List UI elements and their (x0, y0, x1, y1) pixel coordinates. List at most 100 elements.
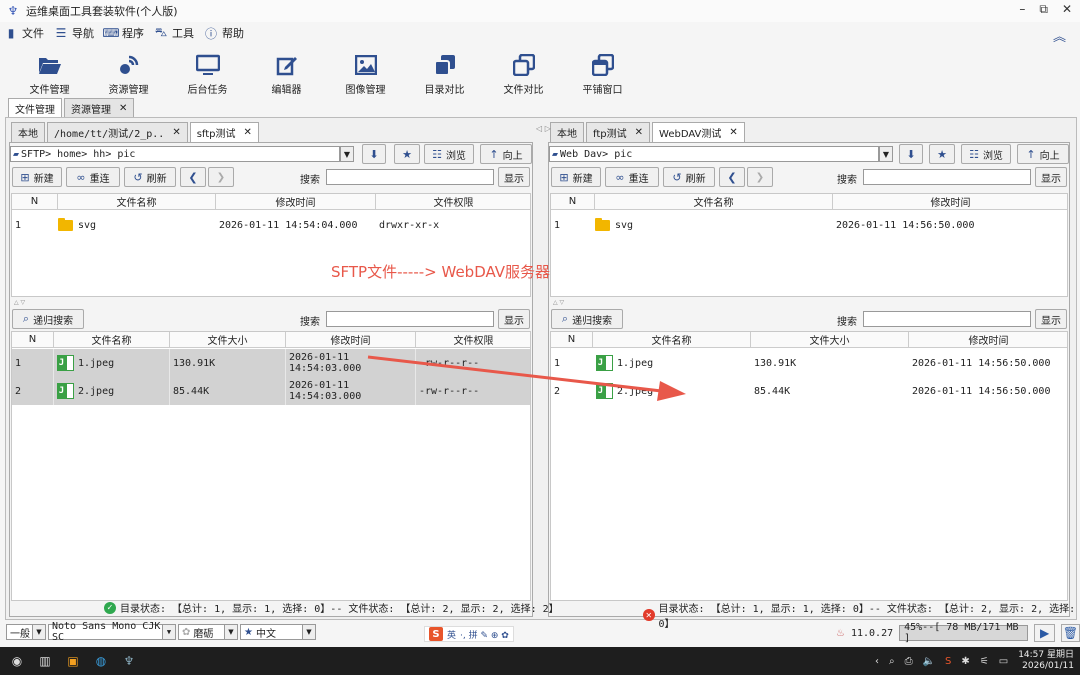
file-show-button[interactable]: 显示 (498, 309, 530, 329)
new-button[interactable]: ⊞ 新建 (12, 167, 62, 187)
search-icon[interactable]: ⌕ (889, 656, 895, 667)
col-header[interactable]: N (12, 332, 54, 348)
trash-button[interactable]: 🗑 (1061, 624, 1080, 642)
reconnect-button[interactable]: ∞ 重连 (605, 167, 659, 187)
table-row[interactable]: 2 J 2.jpeg 85.44K 2026-01-11 14:54:03.000… (12, 377, 530, 405)
col-header[interactable]: 文件权限 (376, 194, 530, 210)
col-header[interactable]: 文件权限 (416, 332, 530, 348)
recursive-search-button[interactable]: ⌕ 递归搜索 (551, 309, 623, 329)
table-row[interactable]: 2 J 2.jpeg 85.44K 2026-01-11 14:56:50.000 (551, 377, 1067, 405)
splitter-handle[interactable]: △ ▽ (553, 299, 564, 306)
refresh-button[interactable]: ↺ 刷新 (124, 167, 176, 187)
close-tab-icon[interactable]: ✕ (729, 127, 737, 138)
close-tab-icon[interactable]: ✕ (119, 103, 127, 114)
new-button[interactable]: ⊞ 新建 (551, 167, 601, 187)
col-header[interactable]: 修改时间 (216, 194, 376, 210)
up-button[interactable]: ↑ 向上 (480, 144, 532, 164)
toolbar-directory-compare-button[interactable]: 目录对比 (405, 46, 484, 98)
bluetooth-icon[interactable]: ✱ (961, 656, 969, 667)
chevron-left-icon[interactable]: ‹ (875, 656, 879, 667)
network-icon[interactable]: ⚟ (980, 656, 989, 667)
toolbar-file-compare-button[interactable]: 文件对比 (484, 46, 563, 98)
col-header[interactable]: 修改时间 (909, 332, 1067, 348)
dir-show-button[interactable]: 显示 (1035, 167, 1067, 187)
restore-button[interactable]: ⧉ (1039, 2, 1048, 17)
font-select[interactable]: Noto Sans Mono CJK SC ▼ (48, 621, 176, 643)
table-row[interactable]: 1 svg 2026-01-11 14:54:04.000 drwxr-xr-x (12, 211, 530, 239)
left-tab-sftp[interactable]: sftp测试 ✕ (189, 122, 259, 142)
splitter-handle[interactable]: △ ▽ (14, 299, 25, 306)
right-tab-ftp[interactable]: ftp测试 ✕ (586, 122, 651, 142)
col-header[interactable]: N (12, 194, 58, 210)
minimize-button[interactable]: – (1019, 2, 1025, 17)
left-tab-local[interactable]: 本地 (11, 122, 45, 142)
volume-icon[interactable]: 🔈 (923, 656, 935, 667)
tab-resource-manager[interactable]: 资源管理 ✕ (64, 98, 135, 118)
mode-select[interactable]: 一般 ▼ (6, 624, 46, 640)
menu-navigation[interactable]: ☰ 导航 (54, 25, 94, 41)
close-button[interactable]: ✕ (1062, 2, 1072, 17)
toolbar-editor-button[interactable]: 编辑器 (247, 46, 326, 98)
forward-button[interactable]: ❯ (208, 167, 234, 187)
bookmark-button[interactable]: ★ (394, 144, 420, 164)
col-header[interactable]: 文件名称 (593, 332, 751, 348)
col-header[interactable]: N (551, 194, 595, 210)
browse-button[interactable]: ☷ 浏览 (424, 144, 474, 164)
reconnect-button[interactable]: ∞ 重连 (66, 167, 120, 187)
file-search-input[interactable] (326, 311, 494, 327)
col-header[interactable]: 修改时间 (286, 332, 416, 348)
table-row[interactable]: 1 svg 2026-01-11 14:56:50.000 (551, 211, 1067, 239)
toolbar-image-manager-button[interactable]: 图像管理 (326, 46, 405, 98)
launcher-icon[interactable]: ◉ (6, 650, 28, 672)
app-logo-icon[interactable]: ♆ (118, 650, 140, 672)
menu-tools[interactable]: ⛍ 工具 (154, 25, 194, 41)
download-button[interactable]: ⬇ (362, 144, 386, 164)
menu-help[interactable]: ⓘ 帮助 (204, 25, 244, 41)
col-header[interactable]: 文件名称 (54, 332, 170, 348)
toolbar-file-manager-button[interactable]: 文件管理 (10, 46, 89, 98)
pane-divider-handle[interactable]: ◁ ▷ (536, 124, 551, 133)
multitask-icon[interactable]: ▥ (34, 650, 56, 672)
theme-select[interactable]: ✿ 磨砺 ▼ (178, 624, 238, 640)
bookmark-button[interactable]: ★ (929, 144, 955, 164)
left-path-input[interactable]: ▰ SFTP> home> hh> pic (10, 146, 340, 162)
close-tab-icon[interactable]: ✕ (244, 127, 252, 138)
app-store-icon[interactable]: ▣ (62, 650, 84, 672)
gc-play-button[interactable]: ▶ (1034, 624, 1056, 642)
file-show-button[interactable]: 显示 (1035, 309, 1067, 329)
col-header[interactable]: 文件大小 (751, 332, 909, 348)
browse-button[interactable]: ☷ 浏览 (961, 144, 1011, 164)
right-path-input[interactable]: ▰ Web Dav> pic (549, 146, 879, 162)
close-tab-icon[interactable]: ✕ (635, 127, 643, 138)
download-button[interactable]: ⬇ (899, 144, 923, 164)
toolbar-tile-window-button[interactable]: 平铺窗口 (563, 46, 642, 98)
menu-program[interactable]: ⌨ 程序 (102, 25, 144, 41)
col-header[interactable]: 文件名称 (595, 194, 833, 210)
left-tab-local-path[interactable]: /home/tt/测试/2_p.. ✕ (47, 122, 188, 142)
language-select[interactable]: ★ 中文 ▼ (240, 624, 316, 640)
dir-search-input[interactable] (863, 169, 1031, 185)
table-row[interactable]: 1 J 1.jpeg 130.91K 2026-01-11 14:56:50.00… (551, 349, 1067, 377)
path-dropdown-icon[interactable]: ▼ (340, 146, 354, 162)
col-header[interactable]: N (551, 332, 593, 348)
right-tab-local[interactable]: 本地 (550, 122, 584, 142)
close-tab-icon[interactable]: ✕ (172, 127, 180, 138)
clock[interactable]: 14:57 星期日 2026/01/11 (1018, 650, 1074, 672)
menu-file[interactable]: ▮ 文件 (4, 25, 44, 41)
back-button[interactable]: ❮ (180, 167, 206, 187)
notification-icon[interactable]: ▭ (999, 656, 1008, 667)
table-row[interactable]: 1 J 1.jpeg 130.91K 2026-01-11 14:54:03.00… (12, 349, 530, 377)
refresh-button[interactable]: ↺ 刷新 (663, 167, 715, 187)
col-header[interactable]: 文件名称 (58, 194, 216, 210)
collapse-toolbar-icon[interactable]: ︽ (1053, 26, 1066, 45)
ime-toolbar[interactable]: S 英 ·, 拼 ✎ ⊕ ✿ (424, 626, 514, 642)
right-tab-webdav[interactable]: WebDAV测试 ✕ (652, 122, 745, 142)
path-dropdown-icon[interactable]: ▼ (879, 146, 893, 162)
back-button[interactable]: ❮ (719, 167, 745, 187)
col-header[interactable]: 文件大小 (170, 332, 286, 348)
col-header[interactable]: 修改时间 (833, 194, 1067, 210)
screenshot-icon[interactable]: ⎙ (905, 656, 913, 667)
up-button[interactable]: ↑ 向上 (1017, 144, 1069, 164)
recursive-search-button[interactable]: ⌕ 递归搜索 (12, 309, 84, 329)
forward-button[interactable]: ❯ (747, 167, 773, 187)
